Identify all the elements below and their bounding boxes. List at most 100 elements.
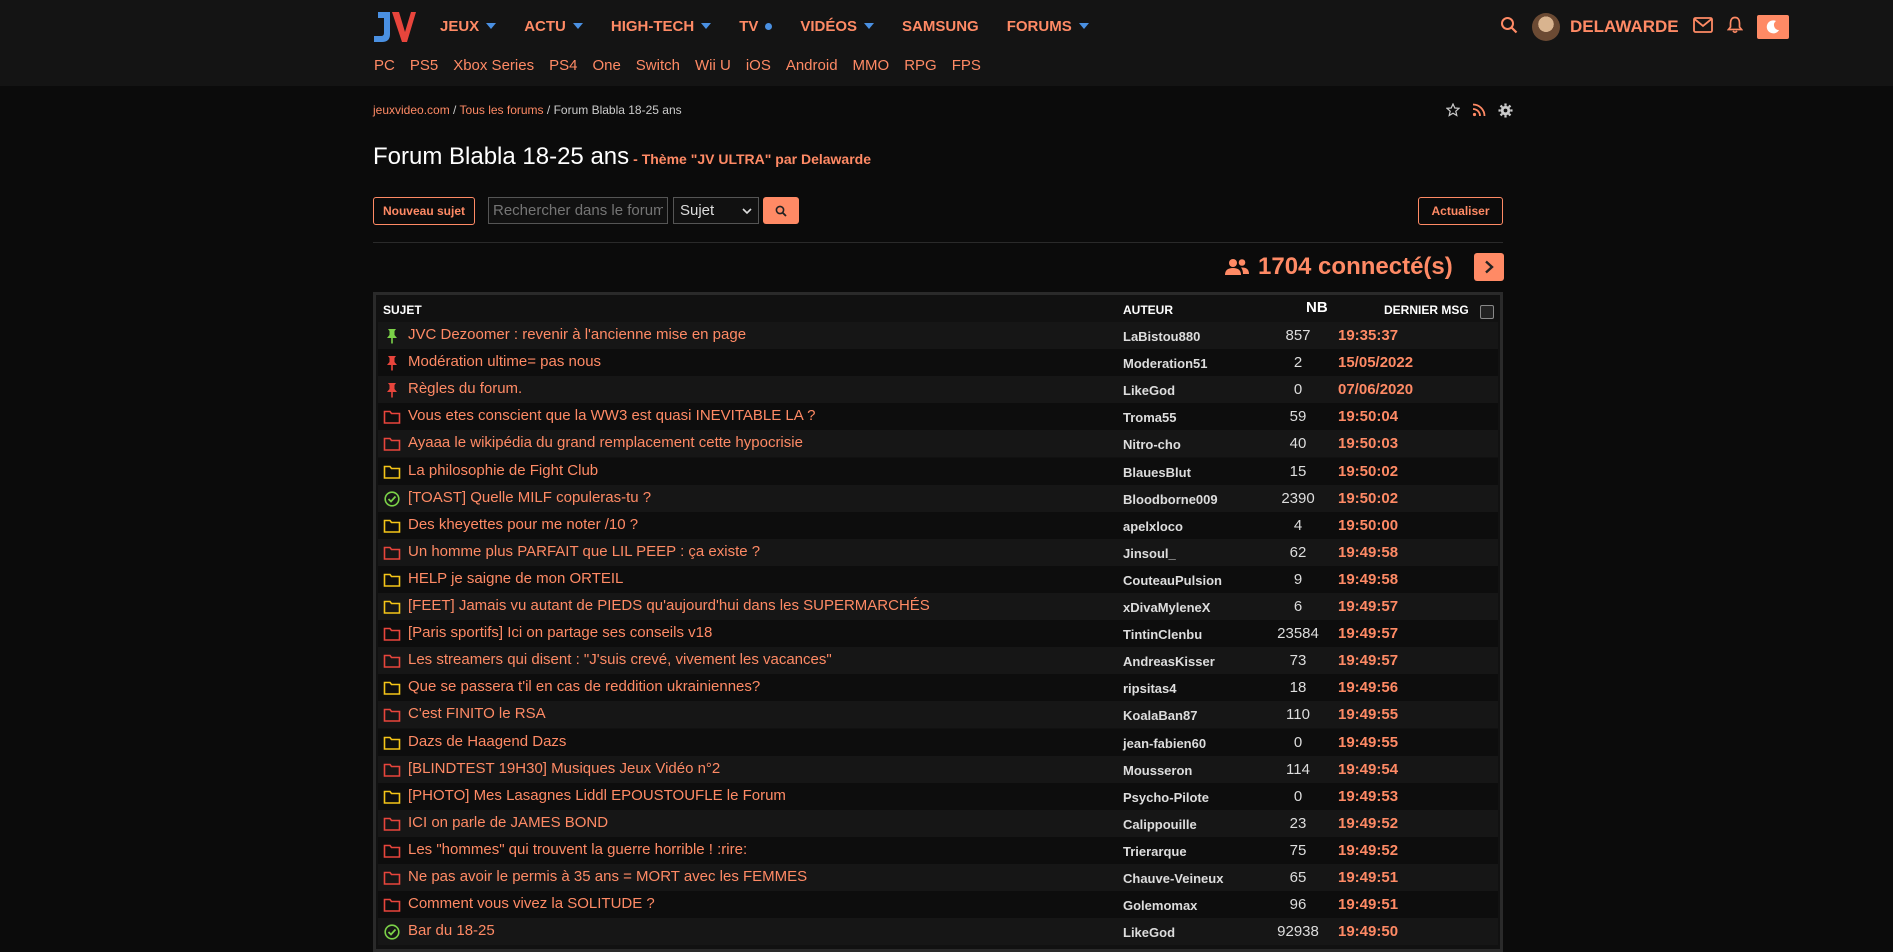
gear-icon[interactable] [1498,103,1513,123]
topic-last-message[interactable]: 19:49:50 [1338,923,1398,940]
topic-last-message[interactable]: 19:49:54 [1338,761,1398,778]
topic-author[interactable]: Chauve-Veineux [1123,871,1223,886]
platform-ios[interactable]: iOS [746,57,771,74]
topic-author[interactable]: ripsitas4 [1123,681,1176,696]
breadcrumb-all-forums[interactable]: Tous les forums [460,103,544,117]
star-icon[interactable] [1445,102,1461,123]
topic-last-message[interactable]: 07/06/2020 [1338,381,1413,398]
topic-title[interactable]: La philosophie de Fight Club [408,462,598,479]
topic-author[interactable]: LaBistou880 [1123,329,1200,344]
topic-last-message[interactable]: 19:49:56 [1338,679,1398,696]
topic-last-message[interactable]: 19:49:55 [1338,734,1398,751]
topic-author[interactable]: KoalaBan87 [1123,708,1197,723]
topic-last-message[interactable]: 19:49:58 [1338,571,1398,588]
topic-author[interactable]: apelxloco [1123,519,1183,534]
topic-author[interactable]: Troma55 [1123,410,1176,425]
topic-last-message[interactable]: 19:49:57 [1338,652,1398,669]
dark-mode-toggle[interactable] [1756,15,1789,39]
topic-title[interactable]: Comment vous vivez la SOLITUDE ? [408,895,655,912]
topic-author[interactable]: CouteauPulsion [1123,573,1222,588]
topic-last-message[interactable]: 19:49:55 [1338,706,1398,723]
topic-title[interactable]: Modération ultime= pas nous [408,353,601,370]
topic-author[interactable]: Moderation51 [1123,356,1208,371]
topic-title[interactable]: [Paris sportifs] Ici on partage ses cons… [408,624,712,641]
topic-last-message[interactable]: 19:49:51 [1338,896,1398,913]
topic-author[interactable]: LikeGod [1123,383,1175,398]
topic-last-message[interactable]: 19:50:02 [1338,490,1398,507]
topic-last-message[interactable]: 19:35:37 [1338,327,1398,344]
nav-item-high-tech[interactable]: HIGH-TECH [611,18,712,35]
topic-title[interactable]: HELP je saigne de mon ORTEIL [408,570,623,587]
platform-ps5[interactable]: PS5 [410,57,438,74]
select-all-checkbox[interactable] [1480,305,1494,319]
topic-title[interactable]: Un homme plus PARFAIT que LIL PEEP : ça … [408,543,760,560]
search-icon[interactable] [1500,16,1518,39]
nav-item-actu[interactable]: ACTU [524,18,583,35]
topic-title[interactable]: Dazs de Haagend Dazs [408,733,566,750]
topic-author[interactable]: AndreasKisser [1123,654,1215,669]
topic-last-message[interactable]: 19:49:52 [1338,815,1398,832]
jv-logo[interactable] [372,8,416,46]
topic-last-message[interactable]: 15/05/2022 [1338,354,1413,371]
nav-item-tv[interactable]: TV [739,18,773,35]
topic-author[interactable]: Mousseron [1123,763,1192,778]
topic-last-message[interactable]: 19:49:57 [1338,625,1398,642]
topic-title[interactable]: Ne pas avoir le permis à 35 ans = MORT a… [408,868,807,885]
topic-title[interactable]: [TOAST] Quelle MILF copuleras-tu ? [408,489,651,506]
breadcrumb-home[interactable]: jeuxvideo.com [373,103,450,117]
platform-xbox-series[interactable]: Xbox Series [453,57,534,74]
topic-title[interactable]: Des kheyettes pour me noter /10 ? [408,516,638,533]
topic-author[interactable]: Jinsoul_ [1123,546,1176,561]
topic-title[interactable]: Les streamers qui disent : "J'suis crevé… [408,651,832,668]
nav-item-vid-os[interactable]: VIDÉOS [800,18,875,35]
nav-item-samsung[interactable]: SAMSUNG [902,18,979,35]
mail-icon[interactable] [1692,16,1713,38]
topic-last-message[interactable]: 19:50:03 [1338,435,1398,452]
platform-mmo[interactable]: MMO [853,57,890,74]
topic-last-message[interactable]: 19:49:57 [1338,598,1398,615]
avatar[interactable] [1532,13,1560,41]
platform-fps[interactable]: FPS [952,57,981,74]
topic-title[interactable]: JVC Dezoomer : revenir à l'ancienne mise… [408,326,746,343]
platform-android[interactable]: Android [786,57,838,74]
search-scope-select[interactable]: Sujet [673,197,759,224]
search-button[interactable] [763,197,799,224]
topic-author[interactable]: BlauesBlut [1123,465,1191,480]
topic-author[interactable]: xDivaMyleneX [1123,600,1210,615]
nav-item-jeux[interactable]: JEUX [440,18,497,35]
topic-title[interactable]: C'est FINITO le RSA [408,705,546,722]
topic-title[interactable]: Vous etes conscient que la WW3 est quasi… [408,407,815,424]
platform-one[interactable]: One [592,57,620,74]
platform-ps4[interactable]: PS4 [549,57,577,74]
topic-author[interactable]: jean-fabien60 [1123,736,1206,751]
bell-icon[interactable] [1726,16,1743,39]
topic-last-message[interactable]: 19:50:02 [1338,463,1398,480]
topic-last-message[interactable]: 19:49:52 [1338,842,1398,859]
new-topic-button[interactable]: Nouveau sujet [373,197,475,225]
forum-search-input[interactable] [488,197,668,224]
topic-author[interactable]: Psycho-Pilote [1123,790,1209,805]
topic-last-message[interactable]: 19:49:53 [1338,788,1398,805]
rss-icon[interactable] [1472,103,1486,123]
topic-author[interactable]: Nitro-cho [1123,437,1181,452]
platform-pc[interactable]: PC [374,57,395,74]
topic-author[interactable]: Calippouille [1123,817,1197,832]
next-page-button[interactable] [1474,253,1504,281]
topic-author[interactable]: TintinClenbu [1123,627,1202,642]
topic-author[interactable]: Bloodborne009 [1123,492,1218,507]
topic-title[interactable]: Bar du 18-25 [408,922,495,939]
topic-title[interactable]: Les "hommes" qui trouvent la guerre horr… [408,841,747,858]
topic-author[interactable]: LikeGod [1123,925,1175,940]
topic-last-message[interactable]: 19:49:58 [1338,544,1398,561]
topic-last-message[interactable]: 19:50:00 [1338,517,1398,534]
topic-title[interactable]: [BLINDTEST 19H30] Musiques Jeux Vidéo n°… [408,760,720,777]
topic-author[interactable]: Trierarque [1123,844,1187,859]
platform-rpg[interactable]: RPG [904,57,937,74]
topic-last-message[interactable]: 19:50:04 [1338,408,1398,425]
topic-title[interactable]: ICI on parle de JAMES BOND [408,814,608,831]
topic-author[interactable]: Golemomax [1123,898,1197,913]
refresh-button[interactable]: Actualiser [1418,197,1503,225]
platform-switch[interactable]: Switch [636,57,680,74]
username[interactable]: DELAWARDE [1570,17,1679,37]
topic-title[interactable]: Ayaaa le wikipédia du grand remplacement… [408,434,803,451]
